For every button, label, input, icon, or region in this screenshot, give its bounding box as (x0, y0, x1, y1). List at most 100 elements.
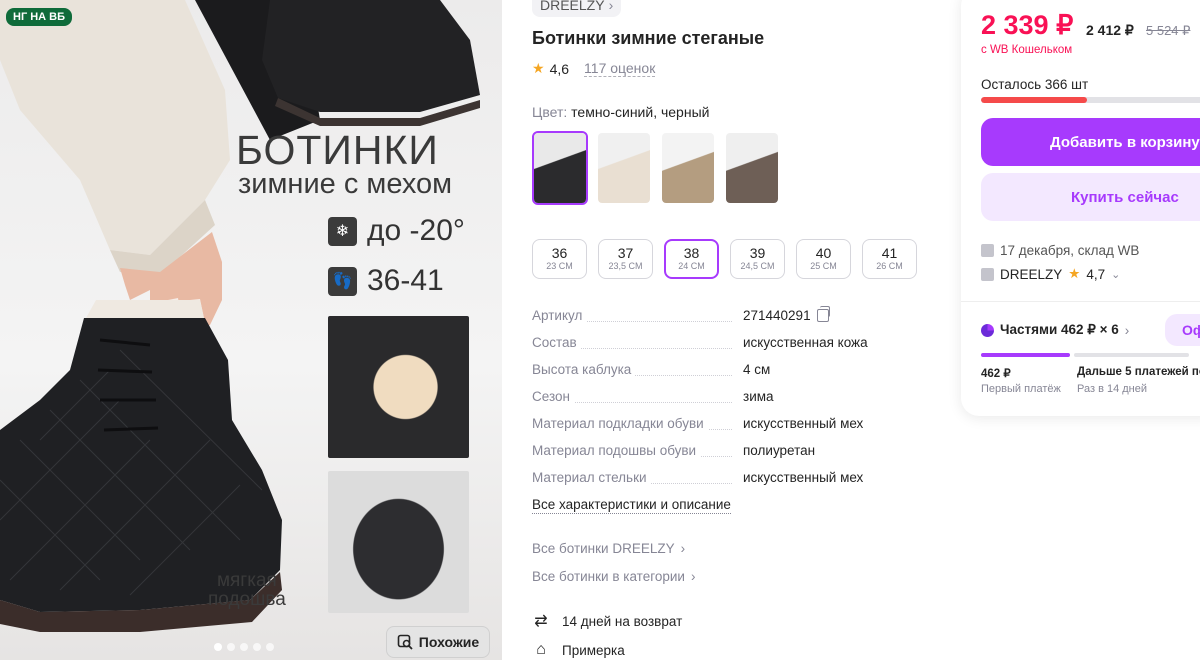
seller-link[interactable]: DREELZY ★ 4,7 ⌄ (981, 266, 1120, 282)
product-photo[interactable]: НГ НА ВБ БОТИНКИ зимние с мехом ❄ до -20… (0, 0, 502, 660)
spec-key: Высота каблука (532, 362, 636, 377)
installments-info[interactable]: Частями 462 ₽ × 6 › (981, 322, 1129, 338)
article-number: 271440291 (743, 308, 811, 323)
star-icon: ★ (1068, 266, 1081, 281)
chevron-right-icon: › (680, 541, 686, 556)
copy-icon[interactable] (816, 306, 830, 322)
first-payment-label: Первый платёж (981, 383, 1061, 395)
return-policy-text: 14 дней на возврат (562, 613, 683, 629)
gallery-pagination (214, 643, 274, 651)
spec-value: искусственный мех (743, 470, 864, 485)
color-variant-thumb[interactable] (596, 131, 652, 205)
similar-button[interactable]: Похожие (386, 626, 490, 658)
brand-catalog-label: Все ботинки DREELZY (532, 541, 675, 556)
buy-now-button[interactable]: Купить сейчас (981, 173, 1200, 221)
size-ru: 41 (881, 245, 898, 261)
size-option[interactable]: 40 25 СМ (796, 239, 851, 279)
gallery-dot[interactable] (240, 643, 248, 651)
size-option[interactable]: 36 23 СМ (532, 239, 587, 279)
stock-progress-fill (981, 97, 1087, 103)
size-selector: 36 23 СМ 37 23,5 СМ 38 24 СМ 39 24,5 СМ … (532, 239, 917, 279)
add-to-cart-button[interactable]: Добавить в корзину (981, 118, 1200, 166)
size-ru: 38 (683, 245, 700, 261)
product-rating: ★ 4,6 117 оценок (532, 60, 656, 77)
spec-value: 4 см (743, 362, 771, 377)
card-divider (961, 301, 1200, 302)
size-cm: 24 СМ (678, 261, 705, 271)
price-old: 5 524 ₽ (1146, 23, 1191, 38)
footprints-icon: 👣 (328, 266, 357, 296)
spec-value: полиуретан (743, 443, 816, 458)
spec-row: Материал стельки искусственный мех (532, 470, 942, 497)
brand-link[interactable]: DREELZY › (532, 0, 622, 17)
box-icon (981, 244, 994, 257)
product-title: Ботинки зимние стеганые (532, 28, 765, 48)
spec-key: Материал подкладки обуви (532, 416, 708, 431)
color-variant-thumb[interactable] (532, 131, 588, 205)
color-variant-thumb[interactable] (724, 131, 780, 205)
spec-key: Артикул (532, 308, 587, 323)
size-option[interactable]: 41 26 СМ (862, 239, 917, 279)
spec-value: искусственная кожа (743, 335, 868, 350)
size-option[interactable]: 37 23,5 СМ (598, 239, 653, 279)
size-ru: 39 (749, 245, 766, 261)
chevron-right-icon: › (1124, 322, 1130, 338)
photo-caption: мягкая подошва (208, 571, 286, 609)
spec-row: Материал подкладки обуви искусственный м… (532, 416, 942, 443)
size-cm: 23,5 СМ (608, 261, 643, 271)
spec-key: Материал подошвы обуви (532, 443, 701, 458)
size-cm: 24,5 СМ (740, 261, 775, 271)
similar-button-label: Похожие (418, 634, 480, 650)
spec-row: Сезон зима (532, 389, 942, 416)
wallet-note: с WB Кошельком (981, 44, 1073, 56)
photo-subheadline: зимние с мехом (238, 168, 453, 200)
first-payment-amount: 462 ₽ (981, 368, 1011, 380)
size-ru: 40 (815, 245, 832, 261)
size-cm: 25 СМ (810, 261, 837, 271)
delivery-info: 17 декабря, склад WB (981, 243, 1139, 258)
price-regular: 2 412 ₽ (1086, 22, 1134, 38)
tag-icon: ⌂ (536, 641, 546, 658)
shop-icon (981, 267, 994, 281)
inset-photo-fur-lining (328, 316, 469, 458)
gallery-dot[interactable] (214, 643, 222, 651)
installments-apply-button[interactable]: Оф (1165, 314, 1200, 346)
color-label-key: Цвет: (532, 104, 568, 120)
size-option-selected[interactable]: 38 24 СМ (664, 239, 719, 279)
size-ru: 36 (551, 245, 568, 261)
fitting-info: ⌂ Примерка (532, 641, 625, 659)
spec-row: Состав искусственная кожа (532, 335, 942, 362)
spec-row: Артикул 271440291 (532, 306, 942, 335)
color-variant-thumb[interactable] (660, 131, 716, 205)
brand-name: DREELZY (540, 0, 605, 13)
delivery-text: 17 декабря, склад WB (1000, 243, 1140, 258)
star-icon: ★ (532, 60, 545, 76)
all-characteristics-link[interactable]: Все характеристики и описание (532, 497, 731, 514)
size-ru: 37 (617, 245, 634, 261)
spec-row: Материал подошвы обуви полиуретан (532, 443, 942, 470)
stock-remaining: Осталось 366 шт (981, 77, 1089, 92)
gallery-dot[interactable] (266, 643, 274, 651)
chevron-right-icon: › (690, 569, 696, 584)
return-arrows-icon: ⇄ (534, 613, 548, 630)
feature-temperature-text: до -20° (367, 214, 465, 247)
spec-key: Сезон (532, 389, 574, 404)
size-cm: 23 СМ (546, 261, 573, 271)
spec-key: Состав (532, 335, 581, 350)
brand-catalog-link[interactable]: Все ботинки DREELZY › (532, 541, 685, 556)
chevron-right-icon: › (608, 0, 614, 13)
size-option[interactable]: 39 24,5 СМ (730, 239, 785, 279)
feature-sizes: 👣 36-41 (328, 264, 444, 298)
size-cm: 26 СМ (876, 261, 903, 271)
category-catalog-link[interactable]: Все ботинки в категории › (532, 569, 695, 584)
seller-name: DREELZY (1000, 266, 1063, 282)
return-policy: ⇄ 14 дней на возврат (532, 611, 682, 631)
reviews-link[interactable]: 117 оценок (584, 60, 656, 77)
chevron-down-icon: ⌄ (1111, 268, 1121, 281)
gallery-dot[interactable] (253, 643, 261, 651)
gallery-dot[interactable] (227, 643, 235, 651)
photo-headline: БОТИНКИ (236, 127, 439, 173)
next-payments-label: Раз в 14 дней (1077, 383, 1148, 395)
color-variants (532, 131, 780, 205)
spec-value: зима (743, 389, 774, 404)
